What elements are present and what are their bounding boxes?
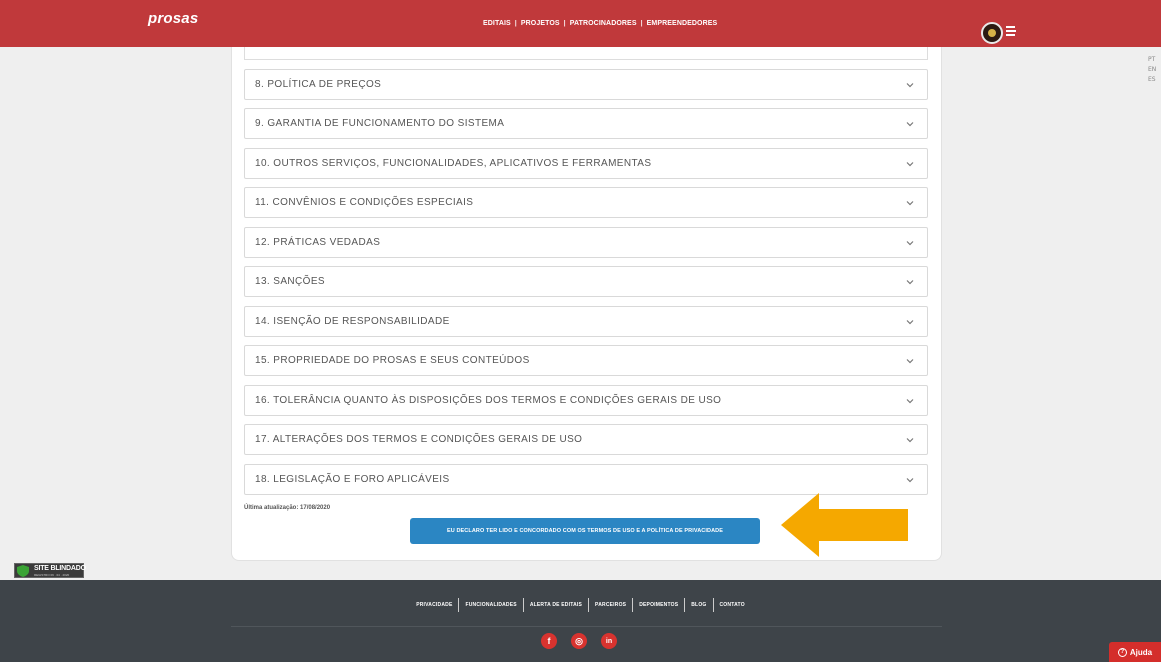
instagram-icon[interactable]: ◎ <box>571 633 587 649</box>
lang-en[interactable]: EN <box>1148 66 1156 73</box>
footer-link-contato[interactable]: CONTATO <box>714 602 751 608</box>
footer-divider-line <box>231 626 942 627</box>
footer-link-alerta-de-editais[interactable]: ALERTA DE EDITAIS <box>524 602 588 608</box>
footer-link-privacidade[interactable]: PRIVACIDADE <box>410 602 458 608</box>
user-avatar[interactable] <box>981 22 1003 44</box>
footer-link-parceiros[interactable]: PARCEIROS <box>589 602 632 608</box>
accordion-label: 16. TOLERÂNCIA QUANTO ÀS DISPOSIÇÕES DOS… <box>255 395 722 406</box>
top-navbar: prosas EDITAIS | PROJETOS | PATROCINADORES | E… <box>0 0 1161 47</box>
accordion-item[interactable]: 8. POLÍTICA DE PREÇOS <box>244 69 928 100</box>
chevron-down-icon <box>906 160 914 168</box>
nav-editais[interactable]: EDITAIS <box>483 20 511 27</box>
accordion-label: 12. PRÁTICAS VEDADAS <box>255 237 381 248</box>
agree-terms-button[interactable]: EU DECLARO TER LIDO E CONCORDADO COM OS … <box>410 518 760 544</box>
accordion-item[interactable]: 10. OUTROS SERVIÇOS, FUNCIONALIDADES, AP… <box>244 148 928 179</box>
shield-icon <box>17 565 29 577</box>
accordion-item[interactable]: 14. ISENÇÃO DE RESPONSABILIDADE <box>244 306 928 337</box>
footer-link-blog[interactable]: BLOG <box>685 602 712 608</box>
site-blindado-badge[interactable]: SITE BLINDADO REGISTRO 09 · 04 · 2020 <box>14 563 86 578</box>
accordion-item[interactable]: 16. TOLERÂNCIA QUANTO ÀS DISPOSIÇÕES DOS… <box>244 385 928 416</box>
badge-title: SITE BLINDADO <box>34 565 86 572</box>
chevron-down-icon <box>906 239 914 247</box>
help-button[interactable]: ? Ajuda <box>1109 642 1161 662</box>
chevron-down-icon <box>906 476 914 484</box>
footer: PRIVACIDADE FUNCIONALIDADES ALERTA DE EDIT… <box>0 580 1161 662</box>
chevron-down-icon <box>906 278 914 286</box>
badge-subtitle: REGISTRO 09 · 04 · 2020 <box>34 573 70 577</box>
lang-pt[interactable]: PT <box>1148 56 1155 63</box>
accordion-label: 8. POLÍTICA DE PREÇOS <box>255 79 382 90</box>
arrow-left-icon <box>781 493 908 557</box>
chevron-down-icon <box>906 199 914 207</box>
accordion-item[interactable]: 12. PRÁTICAS VEDADAS <box>244 227 928 258</box>
accordion-label: 13. SANÇÕES <box>255 276 325 287</box>
accordion-item[interactable]: 18. LEGISLAÇÃO E FORO APLICÁVEIS <box>244 464 928 495</box>
menu-icon[interactable] <box>1006 26 1018 38</box>
accordion-label: 9. GARANTIA DE FUNCIONAMENTO DO SISTEMA <box>255 118 505 129</box>
chevron-down-icon <box>906 436 914 444</box>
footer-link-depoimentos[interactable]: DEPOIMENTOS <box>633 602 684 608</box>
facebook-icon[interactable]: f <box>541 633 557 649</box>
accordion-label: 17. ALTERAÇÕES DOS TERMOS E CONDIÇÕES GE… <box>255 434 583 445</box>
nav-empreendedores[interactable]: EMPREENDEDORES <box>647 20 718 27</box>
help-label: Ajuda <box>1129 647 1153 657</box>
chevron-down-icon <box>906 318 914 326</box>
accordion-item[interactable]: 11. CONVÊNIOS E CONDIÇÕES ESPECIAIS <box>244 187 928 218</box>
accordion-item-partial[interactable] <box>244 47 928 60</box>
footer-links: PRIVACIDADE FUNCIONALIDADES ALERTA DE EDIT… <box>0 598 1161 612</box>
accordion-item[interactable]: 17. ALTERAÇÕES DOS TERMOS E CONDIÇÕES GE… <box>244 424 928 455</box>
linkedin-icon[interactable]: in <box>601 633 617 649</box>
prosas-logo[interactable]: prosas <box>148 10 198 27</box>
accordion-item[interactable]: 15. PROPRIEDADE DO PROSAS E SEUS CONTEÚD… <box>244 345 928 376</box>
last-updated-text: Última atualização: 17/08/2020 <box>244 505 331 511</box>
lang-es[interactable]: ES <box>1148 76 1156 83</box>
footer-link-funcionalidades[interactable]: FUNCIONALIDADES <box>459 602 522 608</box>
main-nav: EDITAIS | PROJETOS | PATROCINADORES | EMPREEND… <box>483 20 718 27</box>
accordion-label: 14. ISENÇÃO DE RESPONSABILIDADE <box>255 316 450 327</box>
nav-patrocinadores[interactable]: PATROCINADORES <box>570 20 637 27</box>
accordion-item[interactable]: 13. SANÇÕES <box>244 266 928 297</box>
chevron-down-icon <box>906 120 914 128</box>
accordion-item[interactable]: 9. GARANTIA DE FUNCIONAMENTO DO SISTEMA <box>244 108 928 139</box>
chevron-down-icon <box>906 397 914 405</box>
chevron-down-icon <box>906 357 914 365</box>
nav-projetos[interactable]: PROJETOS <box>521 20 560 27</box>
question-circle-icon: ? <box>1117 647 1127 657</box>
accordion-label: 18. LEGISLAÇÃO E FORO APLICÁVEIS <box>255 474 450 485</box>
accordion-label: 11. CONVÊNIOS E CONDIÇÕES ESPECIAIS <box>255 197 474 208</box>
accordion-label: 10. OUTROS SERVIÇOS, FUNCIONALIDADES, AP… <box>255 158 652 169</box>
chevron-down-icon <box>906 81 914 89</box>
accordion-label: 15. PROPRIEDADE DO PROSAS E SEUS CONTEÚD… <box>255 355 530 366</box>
